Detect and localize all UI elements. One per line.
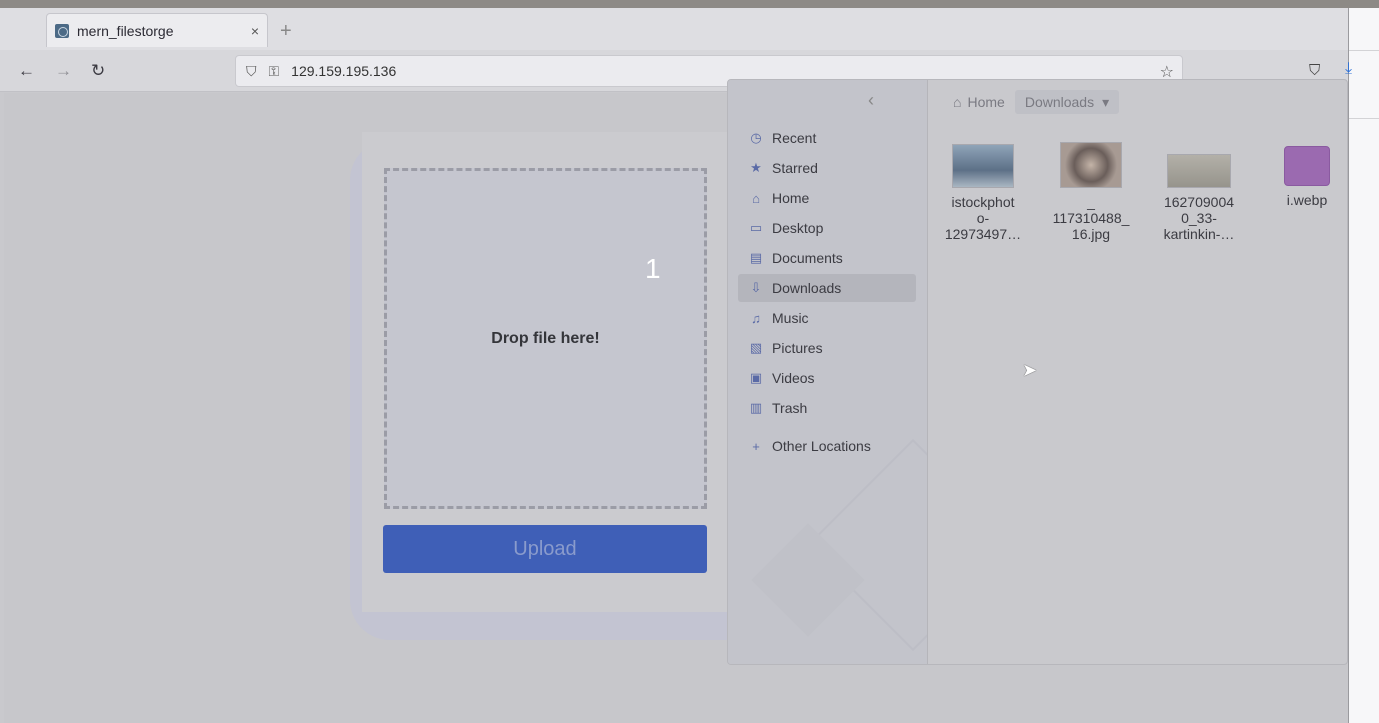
sidebar-item-label: Trash [772, 400, 808, 416]
sidebar-item-music[interactable]: ♫ Music [738, 304, 916, 332]
sidebar-item-desktop[interactable]: ▭ Desktop [738, 214, 916, 242]
browser-right-edge [1348, 8, 1379, 723]
file-name-line: istockphot [951, 194, 1015, 210]
pocket-icon[interactable]: ⛉ [1309, 62, 1320, 79]
document-icon: ▤ [749, 250, 763, 265]
file-chooser-dialog: ‹ ◷ Recent ★ Starred ⌂ Home ▭ Desktop ▤ … [727, 79, 1348, 665]
forward-button[interactable]: → [55, 61, 72, 81]
back-arrow-icon[interactable]: ‹ [868, 90, 874, 111]
picture-icon: ▧ [749, 340, 763, 355]
site-favicon-icon [55, 23, 69, 38]
sidebar-item-recent[interactable]: ◷ Recent [738, 124, 916, 152]
sidebar-item-label: Documents [772, 250, 843, 266]
reload-button[interactable]: ↻ [91, 61, 105, 81]
overlay-counter: 1 [645, 253, 661, 284]
tab-title: mern_filestorge [77, 22, 174, 39]
home-icon: ⌂ [953, 94, 962, 110]
file-item[interactable]: istockphot o- 12973497… [938, 144, 1028, 242]
file-name-line: o- [976, 210, 990, 226]
url-text[interactable]: 129.159.195.136 [291, 63, 1182, 79]
sidebar-item-trash[interactable]: ▥ Trash [738, 394, 916, 422]
path-home-button[interactable]: ⌂ Home [943, 90, 1015, 114]
new-tab-button[interactable]: + [280, 20, 292, 43]
sidebar-item-other-locations[interactable]: + Other Locations [738, 432, 916, 460]
shield-icon[interactable]: ⛉ [246, 63, 257, 80]
sidebar-item-home[interactable]: ⌂ Home [738, 184, 916, 212]
dropdown-arrow-icon: ▾ [1102, 93, 1110, 110]
sidebar-item-downloads[interactable]: ⇩ Downloads [738, 274, 916, 302]
file-name-line: i.webp [1286, 192, 1328, 208]
sidebar-item-videos[interactable]: ▣ Videos [738, 364, 916, 392]
image-thumbnail-icon [1060, 142, 1122, 188]
image-file-icon [1284, 146, 1330, 186]
sidebar-item-starred[interactable]: ★ Starred [738, 154, 916, 182]
sidebar-item-label: Music [772, 310, 809, 326]
sidebar-item-label: Videos [772, 370, 815, 386]
sidebar-item-label: Downloads [772, 280, 842, 296]
back-button[interactable]: ← [18, 61, 35, 81]
drop-zone[interactable]: Drop file here! [384, 168, 707, 509]
drop-zone-label: Drop file here! [491, 329, 600, 347]
upload-button[interactable]: Upload [383, 525, 707, 573]
music-icon: ♫ [751, 310, 761, 326]
star-icon: ★ [750, 160, 762, 175]
path-downloads-button[interactable]: Downloads ▾ [1014, 90, 1120, 114]
sidebar-item-label: Desktop [772, 220, 824, 236]
file-name-line: 12973497… [944, 226, 1022, 242]
file-item[interactable]: _ 117310488_ 16.jpg [1046, 142, 1136, 242]
path-current-label: Downloads [1024, 94, 1095, 110]
places-sidebar: ‹ ◷ Recent ★ Starred ⌂ Home ▭ Desktop ▤ … [728, 80, 928, 664]
tab-close-icon[interactable]: × [251, 23, 259, 39]
file-grid: istockphot o- 12973497… _ 117310488_ 16.… [938, 140, 1347, 260]
desktop-icon: ▭ [749, 220, 763, 235]
tab-bar: mern_filestorge × + [0, 8, 1348, 50]
sidebar-item-label: Recent [772, 130, 817, 146]
video-icon: ▣ [749, 370, 763, 385]
path-home-label: Home [967, 94, 1005, 110]
file-name-line: 117310488_ [1052, 210, 1130, 226]
home-icon: ⌂ [752, 190, 760, 206]
file-name-line: 0_33- [1181, 210, 1217, 226]
image-thumbnail-icon [1167, 154, 1231, 188]
sidebar-item-label: Starred [772, 160, 818, 176]
file-name-line: _ [1087, 194, 1095, 210]
sidebar-item-label: Home [772, 190, 810, 206]
download-icon[interactable]: ⤓ [1345, 60, 1352, 78]
sidebar-item-label: Other Locations [772, 438, 871, 454]
download-icon: ⇩ [750, 280, 762, 295]
file-item[interactable]: 162709004 0_33- kartinkin-… [1154, 154, 1244, 242]
window-top-strip [0, 0, 1379, 8]
file-item[interactable]: i.webp [1262, 146, 1347, 208]
browser-tab[interactable]: mern_filestorge × [46, 13, 268, 47]
sidebar-item-documents[interactable]: ▤ Documents [738, 244, 916, 272]
file-name-line: kartinkin-… [1163, 226, 1235, 242]
edge-divider-2 [1349, 118, 1379, 119]
lock-icon[interactable]: ⚿ [269, 63, 280, 80]
file-name-line: 162709004 [1163, 194, 1235, 210]
sidebar-item-pictures[interactable]: ▧ Pictures [738, 334, 916, 362]
sidebar-item-label: Pictures [772, 340, 823, 356]
file-name-line: 16.jpg [1071, 226, 1111, 242]
edge-divider [1349, 50, 1379, 51]
path-bar: ⌂ Home Downloads ▾ [943, 90, 1120, 114]
trash-icon: ▥ [749, 400, 763, 415]
image-thumbnail-icon [952, 144, 1014, 188]
clock-icon: ◷ [750, 130, 762, 145]
mouse-pointer-icon: ➤ [1022, 360, 1038, 380]
plus-icon: + [752, 438, 760, 454]
